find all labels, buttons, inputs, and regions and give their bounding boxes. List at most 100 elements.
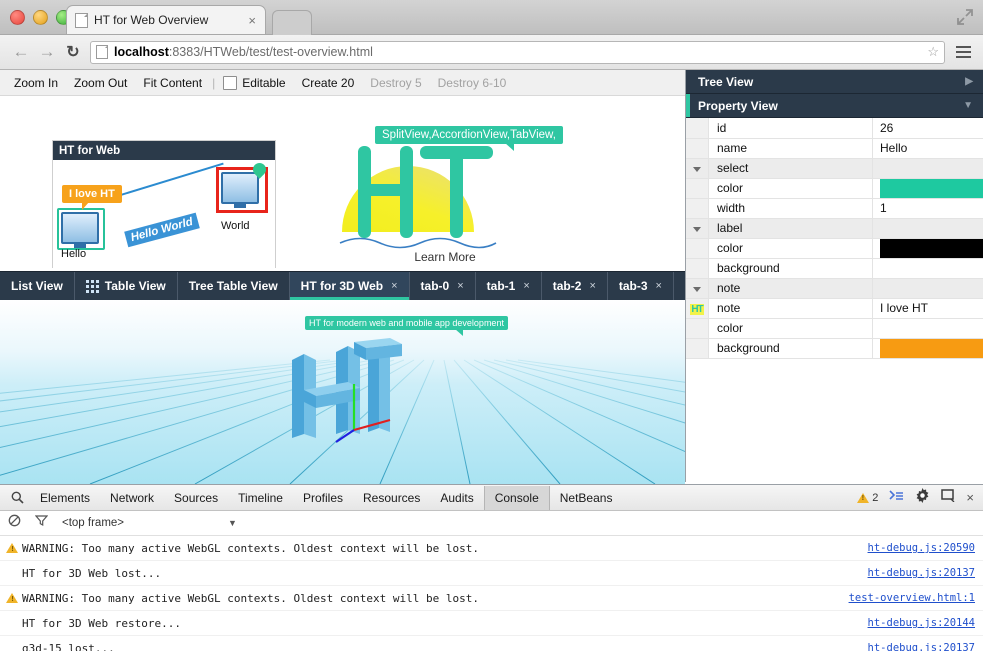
property-value[interactable]: 26 [872,118,983,139]
reload-icon[interactable]: ↻ [60,39,86,65]
browser-tab[interactable]: HT for Web Overview × [66,5,266,34]
webgl-3d-view[interactable]: HT for modern web and mobile app develop… [0,300,685,484]
table-row[interactable]: background [686,258,983,279]
fit-content-button[interactable]: Fit Content [135,76,210,90]
tab-tab-3[interactable]: tab-3 × [608,272,674,300]
console-message-source[interactable]: ht-debug.js:20137 [868,567,975,579]
console-message-source[interactable]: ht-debug.js:20590 [868,542,975,554]
console-message-source[interactable]: test-overview.html:1 [849,592,975,604]
property-value[interactable] [872,318,983,339]
devtools-tab-audits[interactable]: Audits [430,486,483,510]
property-key: name [708,138,873,159]
address-bar[interactable]: localhost:8383/HTWeb/test/test-overview.… [90,40,945,64]
filter-icon[interactable] [34,514,49,532]
create-20-button[interactable]: Create 20 [294,76,363,90]
learn-more-link[interactable]: Learn More [370,250,520,264]
property-value[interactable] [872,338,983,359]
bookmark-star-icon[interactable]: ☆ [927,44,939,60]
destroy-6-10-button[interactable]: Destroy 6-10 [430,76,515,90]
console-message-source[interactable]: ht-debug.js:20144 [868,617,975,629]
warning-count-badge[interactable]: 2 [857,492,878,504]
table-row[interactable]: background [686,338,983,359]
devtools-tab-elements[interactable]: Elements [30,486,100,510]
devtools-tab-network[interactable]: Network [100,486,164,510]
table-row-group[interactable]: note [686,278,983,299]
minimize-window-button[interactable] [33,10,48,25]
chevron-right-icon[interactable]: ▶ [965,76,973,87]
new-tab-button[interactable] [272,10,312,35]
devtools-tab-timeline[interactable]: Timeline [228,486,293,510]
destroy-5-button[interactable]: Destroy 5 [362,76,429,90]
console-message-source[interactable]: ht-debug.js:20137 [868,642,975,651]
color-swatch[interactable] [880,178,983,198]
tab-table-view[interactable]: Table View [75,272,178,300]
tab-tab-2[interactable]: tab-2 × [542,272,608,300]
property-key: background [708,258,873,279]
ht-logo-graphic[interactable]: SplitView,AccordionView,TabView, Learn M… [320,126,570,271]
back-icon[interactable]: ← [8,39,34,65]
table-row[interactable]: color [686,178,983,199]
clear-console-icon[interactable] [8,514,21,532]
fullscreen-icon[interactable] [956,8,974,26]
devtools-tab-profiles[interactable]: Profiles [293,486,353,510]
property-value[interactable]: I love HT [872,298,983,319]
close-tab-icon[interactable]: × [457,280,463,292]
forward-icon[interactable]: → [34,39,60,65]
chevron-down-icon[interactable]: ▼ [963,100,973,111]
property-value[interactable] [872,258,983,279]
close-window-button[interactable] [10,10,25,25]
devtools-tab-resources[interactable]: Resources [353,486,430,510]
tab-ht-for-3d-web[interactable]: HT for 3D Web × [289,272,410,300]
zoom-in-button[interactable]: Zoom In [6,76,66,90]
property-value[interactable] [872,238,983,259]
dock-icon[interactable] [941,488,955,507]
table-row[interactable]: color [686,318,983,339]
devtools-tab-sources[interactable]: Sources [164,486,228,510]
table-row[interactable]: color [686,238,983,259]
close-tab-icon[interactable]: × [589,280,595,292]
tab-tab-0[interactable]: tab-0 × [410,272,476,300]
tab-list-view[interactable]: List View [0,272,75,300]
tab-tree-table-view[interactable]: Tree Table View [178,272,290,300]
close-tab-icon[interactable]: × [656,280,662,292]
console-output[interactable]: WARNING: Too many active WebGL contexts.… [0,536,983,651]
property-value[interactable]: Hello [872,138,983,159]
color-swatch[interactable] [880,238,983,258]
table-row-group[interactable]: label [686,218,983,239]
property-view-header[interactable]: Property View ▼ [686,94,983,118]
expander-triangle-icon[interactable] [693,227,701,232]
table-row-group[interactable]: select [686,158,983,179]
frame-selector[interactable]: <top frame> [62,517,124,529]
chevron-down-icon[interactable]: ▼ [228,518,237,528]
devtools-tab-console[interactable]: Console [483,485,550,510]
graph-view[interactable]: HT for Web Hello World Hello I love HT W… [0,96,685,271]
graph-node-world[interactable] [216,167,268,213]
property-value[interactable] [872,178,983,199]
checkbox-box[interactable] [223,75,238,90]
color-swatch[interactable] [880,338,983,358]
tab-tab-4[interactable]: tab-4 × [674,272,686,300]
close-tab-icon[interactable]: × [523,280,529,292]
graph-node-hello[interactable] [57,208,105,250]
search-icon[interactable] [4,491,30,504]
tree-view-header[interactable]: Tree View ▶ [686,70,983,94]
close-tab-icon[interactable]: × [245,14,259,27]
expander-triangle-icon[interactable] [693,287,701,292]
table-row[interactable]: name Hello [686,138,983,159]
expander-triangle-icon[interactable] [693,167,701,172]
close-tab-icon[interactable]: × [391,280,397,292]
table-row[interactable]: id 26 [686,118,983,139]
table-row[interactable]: HT note I love HT [686,298,983,319]
zoom-out-button[interactable]: Zoom Out [66,76,135,90]
table-row[interactable]: width 1 [686,198,983,219]
property-value[interactable]: 1 [872,198,983,219]
ht-panel-body[interactable]: Hello World Hello I love HT World [53,160,275,268]
browser-tab-title: HT for Web Overview [94,13,209,27]
gear-icon[interactable] [915,487,930,508]
close-devtools-icon[interactable]: × [966,490,974,505]
console-drawer-icon[interactable] [889,489,904,507]
chrome-menu-icon[interactable] [951,40,975,64]
tab-tab-1[interactable]: tab-1 × [476,272,542,300]
editable-checkbox[interactable]: Editable [217,75,293,90]
devtools-tab-netbeans[interactable]: NetBeans [550,486,623,510]
